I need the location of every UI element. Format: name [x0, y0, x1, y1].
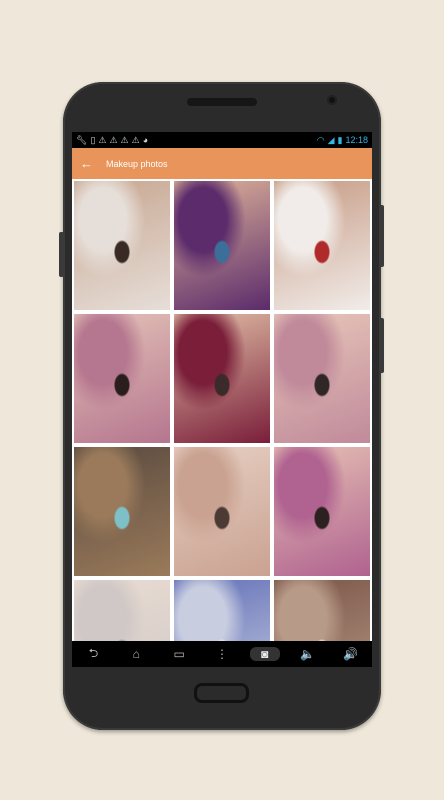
clock: 12:18	[345, 135, 368, 145]
photo-woman-long-hair[interactable]	[72, 179, 172, 312]
photo-dark-lips-eyes[interactable]	[172, 312, 272, 445]
volume-down-icon[interactable]: 🔈	[293, 647, 323, 661]
notification-icons: 🔧︎ ▯ ⚠︎ ⚠︎ ⚠︎ ⚠︎ ◕	[76, 135, 148, 145]
warning-icon: ⚠︎	[131, 135, 140, 145]
navigation-bar: ⮌ ⌂ ▭ ⋮ ◙ 🔈 🔊	[72, 641, 372, 667]
side-button-right-bottom	[379, 318, 384, 373]
photo-salon-room[interactable]	[272, 578, 372, 641]
back-arrow-icon[interactable]: ←	[80, 156, 100, 171]
recents-nav-icon[interactable]: ▭	[164, 647, 194, 661]
sd-card-icon: ▯	[90, 135, 96, 145]
photo-grid	[72, 179, 372, 641]
wifi-icon: ◠	[316, 135, 325, 145]
front-camera	[327, 95, 337, 105]
app-bar: ← Makeup photos	[72, 148, 372, 179]
photo-pink-eyeshadow[interactable]	[72, 312, 172, 445]
photo-pink-lips-lashes[interactable]	[272, 445, 372, 578]
side-button-left	[59, 232, 64, 277]
photo-silver-glitter-brow[interactable]	[72, 578, 172, 641]
warning-icon: ⚠︎	[109, 135, 118, 145]
warning-icon: ⚠︎	[120, 135, 129, 145]
photo-bride-veil[interactable]	[272, 179, 372, 312]
photo-blonde-blue-eye[interactable]	[172, 578, 272, 641]
back-nav-icon[interactable]: ⮌	[78, 644, 108, 665]
photo-pink-smokey-eye[interactable]	[272, 312, 372, 445]
status-bar: 🔧︎ ▯ ⚠︎ ⚠︎ ⚠︎ ⚠︎ ◕ ◠ ◢ ▮ 12:18	[72, 132, 372, 148]
home-button[interactable]	[194, 683, 249, 703]
screen: 🔧︎ ▯ ⚠︎ ⚠︎ ⚠︎ ⚠︎ ◕ ◠ ◢ ▮ 12:18 ← Makeup …	[72, 132, 372, 667]
photo-purple-lips-blue-eyes[interactable]	[172, 179, 272, 312]
earpiece-speaker	[187, 98, 257, 106]
home-nav-icon[interactable]: ⌂	[121, 647, 151, 661]
page-title: Makeup photos	[106, 158, 168, 169]
gamepad-icon: ◕	[142, 135, 149, 145]
screenshot-nav-icon[interactable]: ◙	[249, 647, 280, 661]
battery-icon: ▮	[337, 135, 343, 145]
side-button-right-top	[379, 205, 384, 267]
wrench-icon: 🔧︎	[76, 135, 88, 145]
system-icons: ◠ ◢ ▮ 12:18	[317, 135, 368, 145]
warning-icon: ⚠︎	[98, 135, 107, 145]
volume-up-icon[interactable]: 🔊	[335, 647, 365, 661]
signal-icon: ◢	[327, 135, 335, 145]
menu-nav-icon[interactable]: ⋮	[207, 647, 237, 661]
photo-nude-lips-eyes[interactable]	[172, 445, 272, 578]
photo-gold-glitter-eye[interactable]	[72, 445, 172, 578]
